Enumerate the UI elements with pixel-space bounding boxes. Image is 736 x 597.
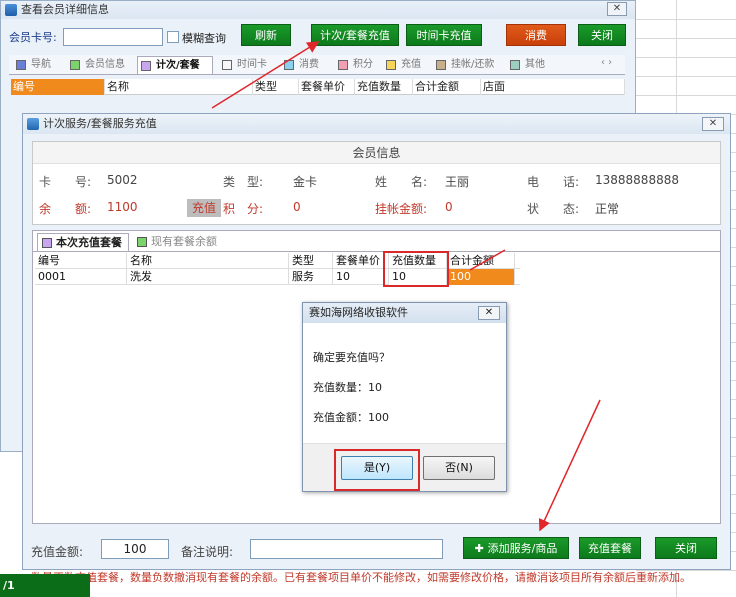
arrow-fragment: [469, 249, 506, 271]
annotation-arrows: [211, 41, 601, 532]
arrow-to-add-button: [538, 399, 601, 532]
arrow-to-recharge-button: [211, 41, 320, 109]
status-bar: /1: [0, 574, 90, 597]
